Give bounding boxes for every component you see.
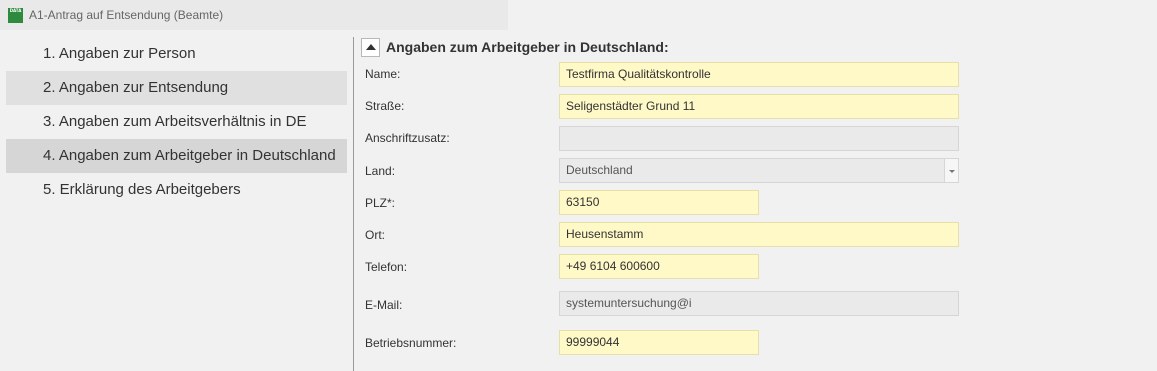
betriebsnummer-label: Betriebsnummer: bbox=[365, 336, 457, 350]
strasse-label: Straße: bbox=[365, 99, 405, 113]
app-logo-icon: DATA bbox=[8, 8, 23, 23]
plz-field[interactable]: 63150 bbox=[559, 190, 759, 215]
betriebsnummer-field[interactable]: 99999044 bbox=[559, 330, 759, 355]
email-label: E-Mail: bbox=[365, 298, 403, 312]
step-navigation: 1. Angaben zur Person 2. Angaben zur Ent… bbox=[6, 37, 347, 207]
ort-field[interactable]: Heusenstamm bbox=[559, 222, 959, 247]
nav-item-entsendung[interactable]: 2. Angaben zur Entsendung bbox=[6, 71, 347, 105]
land-select[interactable]: Deutschland bbox=[559, 158, 959, 183]
nav-item-arbeitgeber[interactable]: 4. Angaben zum Arbeitgeber in Deutschlan… bbox=[6, 139, 347, 173]
nav-item-arbeitsverhaeltnis[interactable]: 3. Angaben zum Arbeitsverhältnis in DE bbox=[6, 105, 347, 139]
anschriftzusatz-label: Anschriftzusatz: bbox=[365, 131, 450, 145]
land-label: Land: bbox=[365, 164, 396, 178]
panel-divider bbox=[353, 37, 354, 371]
anschriftzusatz-field[interactable] bbox=[559, 126, 959, 151]
ort-label: Ort: bbox=[365, 228, 385, 242]
telefon-field[interactable]: +49 6104 600600 bbox=[559, 254, 759, 279]
section-title: Angaben zum Arbeitgeber in Deutschland: bbox=[386, 39, 669, 55]
email-field[interactable]: systemuntersuchung@i bbox=[559, 291, 959, 316]
chevron-down-icon[interactable] bbox=[944, 159, 958, 182]
window-titlebar: DATA A1-Antrag auf Entsendung (Beamte) bbox=[0, 0, 1157, 30]
window-title-area: DATA A1-Antrag auf Entsendung (Beamte) bbox=[0, 0, 508, 30]
name-field[interactable]: Testfirma Qualitätskontrolle bbox=[559, 62, 959, 87]
strasse-field[interactable]: Seligenstädter Grund 11 bbox=[559, 94, 959, 119]
plz-label: PLZ*: bbox=[365, 196, 396, 210]
telefon-label: Telefon: bbox=[365, 260, 408, 274]
collapse-triangle-icon[interactable] bbox=[361, 38, 380, 57]
window-title: A1-Antrag auf Entsendung (Beamte) bbox=[29, 8, 224, 22]
nav-item-person[interactable]: 1. Angaben zur Person bbox=[6, 37, 347, 71]
nav-item-erklaerung[interactable]: 5. Erklärung des Arbeitgebers bbox=[6, 173, 347, 207]
name-label: Name: bbox=[365, 67, 401, 81]
land-select-value: Deutschland bbox=[566, 163, 633, 177]
